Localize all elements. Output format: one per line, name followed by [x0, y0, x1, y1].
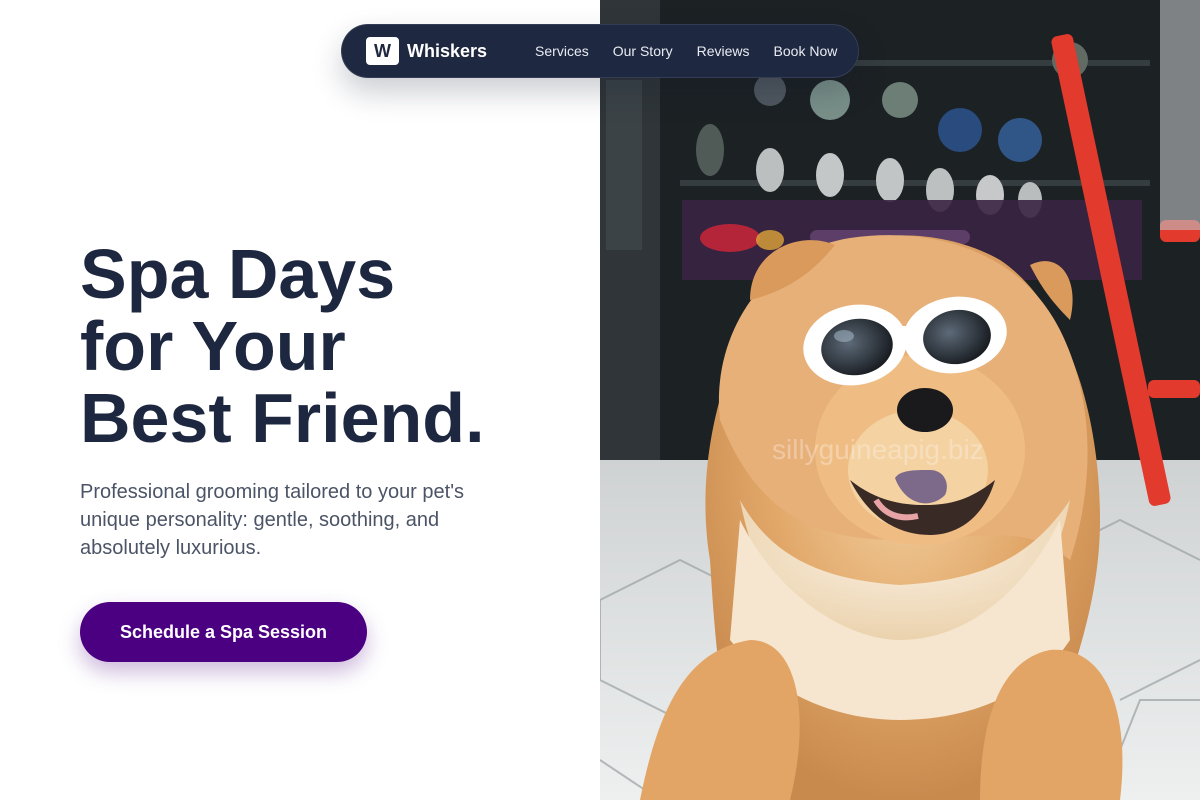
dog-photo: [600, 0, 1200, 800]
photo-watermark: sillyguineapig.biz: [772, 434, 984, 465]
headline-line: for Your: [80, 307, 346, 385]
logo-mark: W: [366, 37, 399, 65]
nav-link-our-story[interactable]: Our Story: [613, 43, 673, 59]
hero-subtext: Professional grooming tailored to your p…: [80, 481, 465, 559]
headline-line: Spa Days: [80, 235, 396, 313]
hero-section: Spa Days for Your Best Friend. Professio…: [0, 0, 600, 800]
nav-link-services[interactable]: Services: [535, 43, 589, 59]
hero-photo: sillyguineapig.biz: [600, 0, 1200, 800]
hero-headline: Spa Days for Your Best Friend.: [80, 238, 580, 454]
brand-logo-link[interactable]: W Whiskers: [366, 37, 487, 65]
brand-name: Whiskers: [407, 40, 488, 61]
headline-line: Best Friend.: [80, 379, 485, 457]
nav-link-book-now[interactable]: Book Now: [774, 43, 838, 59]
nav-links: Services Our Story Reviews Book Now: [535, 43, 837, 59]
top-navigation: W Whiskers Services Our Story Reviews Bo…: [341, 24, 859, 78]
schedule-spa-button[interactable]: Schedule a Spa Session: [80, 602, 367, 662]
nav-link-reviews[interactable]: Reviews: [697, 43, 750, 59]
landing-page: Spa Days for Your Best Friend. Professio…: [0, 0, 1200, 800]
